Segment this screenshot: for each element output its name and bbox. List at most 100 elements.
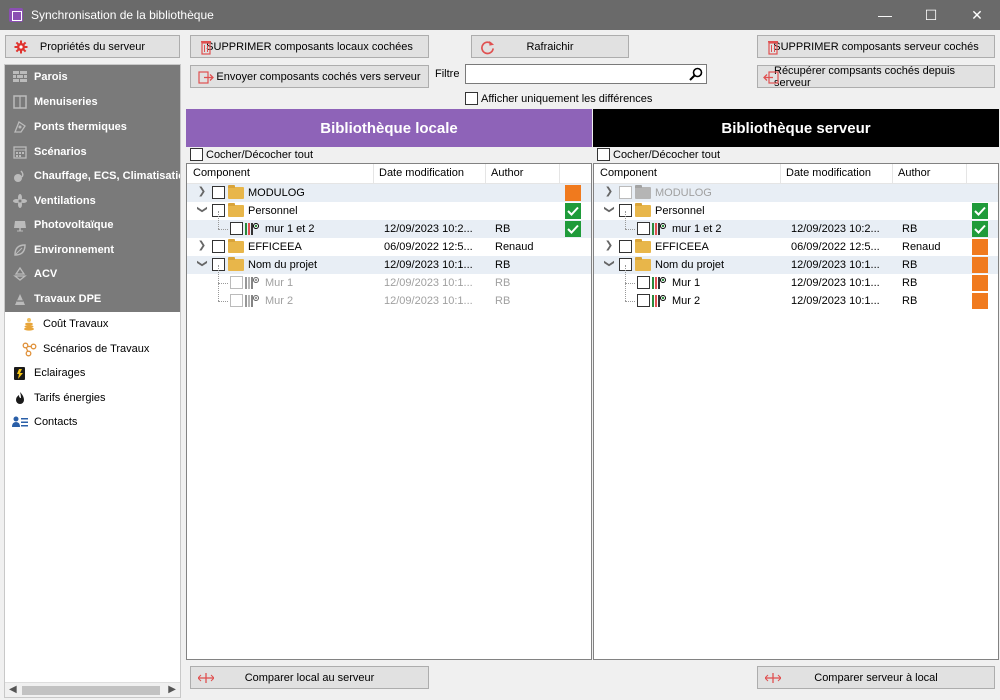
compare-local-button[interactable]: Comparer local au serveur (190, 666, 429, 689)
collapse-icon[interactable]: ❯ (197, 205, 208, 215)
window-title: Synchronisation de la bibliothèque (31, 8, 214, 22)
sidebar-item-tarifs-energies[interactable]: Tarifs énergies (5, 386, 180, 410)
sidebar-item-cout-travaux[interactable]: Coût Travaux (5, 312, 180, 336)
local-check-all-label: Cocher/Décocher tout (206, 148, 313, 161)
sidebar-horizontal-scrollbar[interactable]: ◀ ▶ (5, 682, 180, 697)
tree-row[interactable]: ❯ Nom du projet 12/09/2023 10:1... RB (594, 256, 998, 274)
scrollbar-thumb[interactable] (22, 686, 160, 695)
folder-icon (635, 203, 651, 217)
tree-row[interactable]: Mur 1 12/09/2023 10:1... RB (594, 265, 998, 292)
tree-row[interactable]: Mur 2 12/09/2023 10:1... RB (594, 283, 998, 310)
status-check-icon (972, 221, 988, 237)
compare-server-button[interactable]: Comparer serveur à local (757, 666, 995, 689)
sidebar-item-acv[interactable]: ACV (5, 262, 180, 286)
row-checkbox[interactable] (212, 240, 225, 253)
sidebar-item-scenarios-travaux[interactable]: Scénarios de Travaux (5, 337, 180, 361)
tree-row[interactable]: ❯ MODULOG (187, 184, 591, 202)
tree-row[interactable]: mur 1 et 2 12/09/2023 10:2... RB (594, 211, 998, 238)
expand-icon[interactable]: ❯ (197, 186, 207, 197)
row-checkbox[interactable] (637, 222, 650, 235)
expand-icon[interactable]: ❯ (197, 240, 207, 251)
row-author: RB (495, 277, 511, 289)
app-icon (9, 8, 23, 22)
wall-component-icon (245, 222, 259, 236)
row-checkbox[interactable] (637, 276, 650, 289)
row-name: Personnel (655, 205, 705, 217)
local-tree-header: Component Date modification Author (187, 164, 591, 184)
fan-icon (12, 193, 28, 209)
scroll-right-icon[interactable]: ▶ (168, 684, 176, 695)
maximize-button[interactable]: ☐ (908, 0, 954, 30)
tree-row[interactable]: ❯ EFFICEEA 06/09/2022 12:5... Renaud (187, 238, 591, 256)
column-author[interactable]: Author (898, 167, 930, 179)
contacts-icon (12, 414, 28, 430)
status-orange-indicator (972, 239, 988, 255)
send-to-server-button[interactable]: Envoyer composants cochés vers serveur (190, 65, 429, 88)
row-name: Nom du projet (655, 259, 725, 271)
search-icon[interactable] (689, 67, 703, 84)
collapse-icon[interactable]: ❯ (197, 259, 208, 269)
column-author[interactable]: Author (491, 167, 523, 179)
collapse-icon[interactable]: ❯ (604, 259, 615, 269)
column-date[interactable]: Date modification (786, 167, 871, 179)
local-check-all[interactable]: Cocher/Décocher tout (190, 148, 313, 161)
gear-icon (13, 39, 29, 55)
sidebar-item-label: Scénarios de Travaux (43, 343, 150, 355)
sidebar-item-environnement[interactable]: Environnement (5, 238, 180, 262)
only-differences-option[interactable]: Afficher uniquement les différences (465, 92, 652, 105)
server-check-all[interactable]: Cocher/Décocher tout (597, 148, 720, 161)
scroll-left-icon[interactable]: ◀ (9, 684, 17, 695)
server-check-all-label: Cocher/Décocher tout (613, 148, 720, 161)
tree-row[interactable]: ❯ Personnel (594, 202, 998, 220)
row-date: 12/09/2023 10:2... (384, 223, 473, 235)
sidebar-item-ventilations[interactable]: Ventilations (5, 189, 180, 213)
server-library-header: Bibliothèque serveur (593, 109, 999, 147)
sidebar-item-ponts-thermiques[interactable]: Ponts thermiques (5, 115, 180, 139)
row-author: RB (495, 223, 511, 235)
sidebar-item-parois[interactable]: Parois (5, 65, 180, 89)
sidebar-item-eclairages[interactable]: Eclairages (5, 361, 180, 385)
sidebar-item-scenarios[interactable]: Scénarios (5, 140, 180, 164)
column-date[interactable]: Date modification (379, 167, 464, 179)
sidebar-item-label: ACV (34, 268, 58, 280)
tree-row[interactable]: ❯ MODULOG (594, 184, 998, 202)
delete-local-button[interactable]: SUPPRIMER composants locaux cochées (190, 35, 429, 58)
server-properties-button[interactable]: Propriétés du serveur (5, 35, 180, 58)
tree-row[interactable]: mur 1 et 2 12/09/2023 10:2... RB (187, 211, 591, 238)
row-date: 12/09/2023 10:1... (384, 259, 473, 271)
sidebar-item-label: Ponts thermiques (34, 121, 127, 133)
row-author: RB (902, 223, 918, 235)
expand-icon[interactable]: ❯ (604, 186, 614, 197)
server-check-all-checkbox[interactable] (597, 148, 610, 161)
local-check-all-checkbox[interactable] (190, 148, 203, 161)
expand-icon[interactable]: ❯ (604, 240, 614, 251)
close-button[interactable]: ✕ (954, 0, 1000, 30)
sidebar-item-menuiseries[interactable]: Menuiseries (5, 90, 180, 114)
row-name: mur 1 et 2 (672, 223, 722, 235)
folder-icon (635, 257, 651, 271)
tree-row[interactable]: ❯ EFFICEEA 06/09/2022 12:5... Renaud (594, 238, 998, 256)
tree-row[interactable]: ❯ Nom du projet 12/09/2023 10:1... RB (187, 256, 591, 274)
row-name: EFFICEEA (248, 241, 302, 253)
row-checkbox[interactable] (619, 240, 632, 253)
only-differences-checkbox[interactable] (465, 92, 478, 105)
filter-field[interactable] (465, 64, 707, 84)
row-checkbox[interactable] (637, 294, 650, 307)
sidebar-item-travaux-dpe[interactable]: Travaux DPE (5, 287, 180, 311)
row-checkbox[interactable] (230, 222, 243, 235)
row-checkbox[interactable] (212, 186, 225, 199)
collapse-icon[interactable]: ❯ (604, 205, 615, 215)
sidebar-item-photovoltaique[interactable]: Photovoltaïque (5, 213, 180, 237)
refresh-button[interactable]: Rafraichir (471, 35, 629, 58)
solar-panel-icon (12, 217, 28, 233)
sidebar-item-contacts[interactable]: Contacts (5, 410, 180, 434)
column-component[interactable]: Component (600, 167, 657, 179)
folder-icon (228, 239, 244, 253)
retrieve-from-server-button[interactable]: Récupérer compsants cochés depuis serveu… (757, 65, 995, 89)
sidebar-item-chauffage[interactable]: Chauffage, ECS, Climatisation (5, 164, 180, 188)
minimize-button[interactable]: — (862, 0, 908, 30)
filter-input[interactable] (466, 65, 681, 83)
delete-server-button[interactable]: SUPPRIMER composants serveur cochés (757, 35, 995, 58)
tree-row[interactable]: ❯ Personnel (187, 202, 591, 220)
column-component[interactable]: Component (193, 167, 250, 179)
